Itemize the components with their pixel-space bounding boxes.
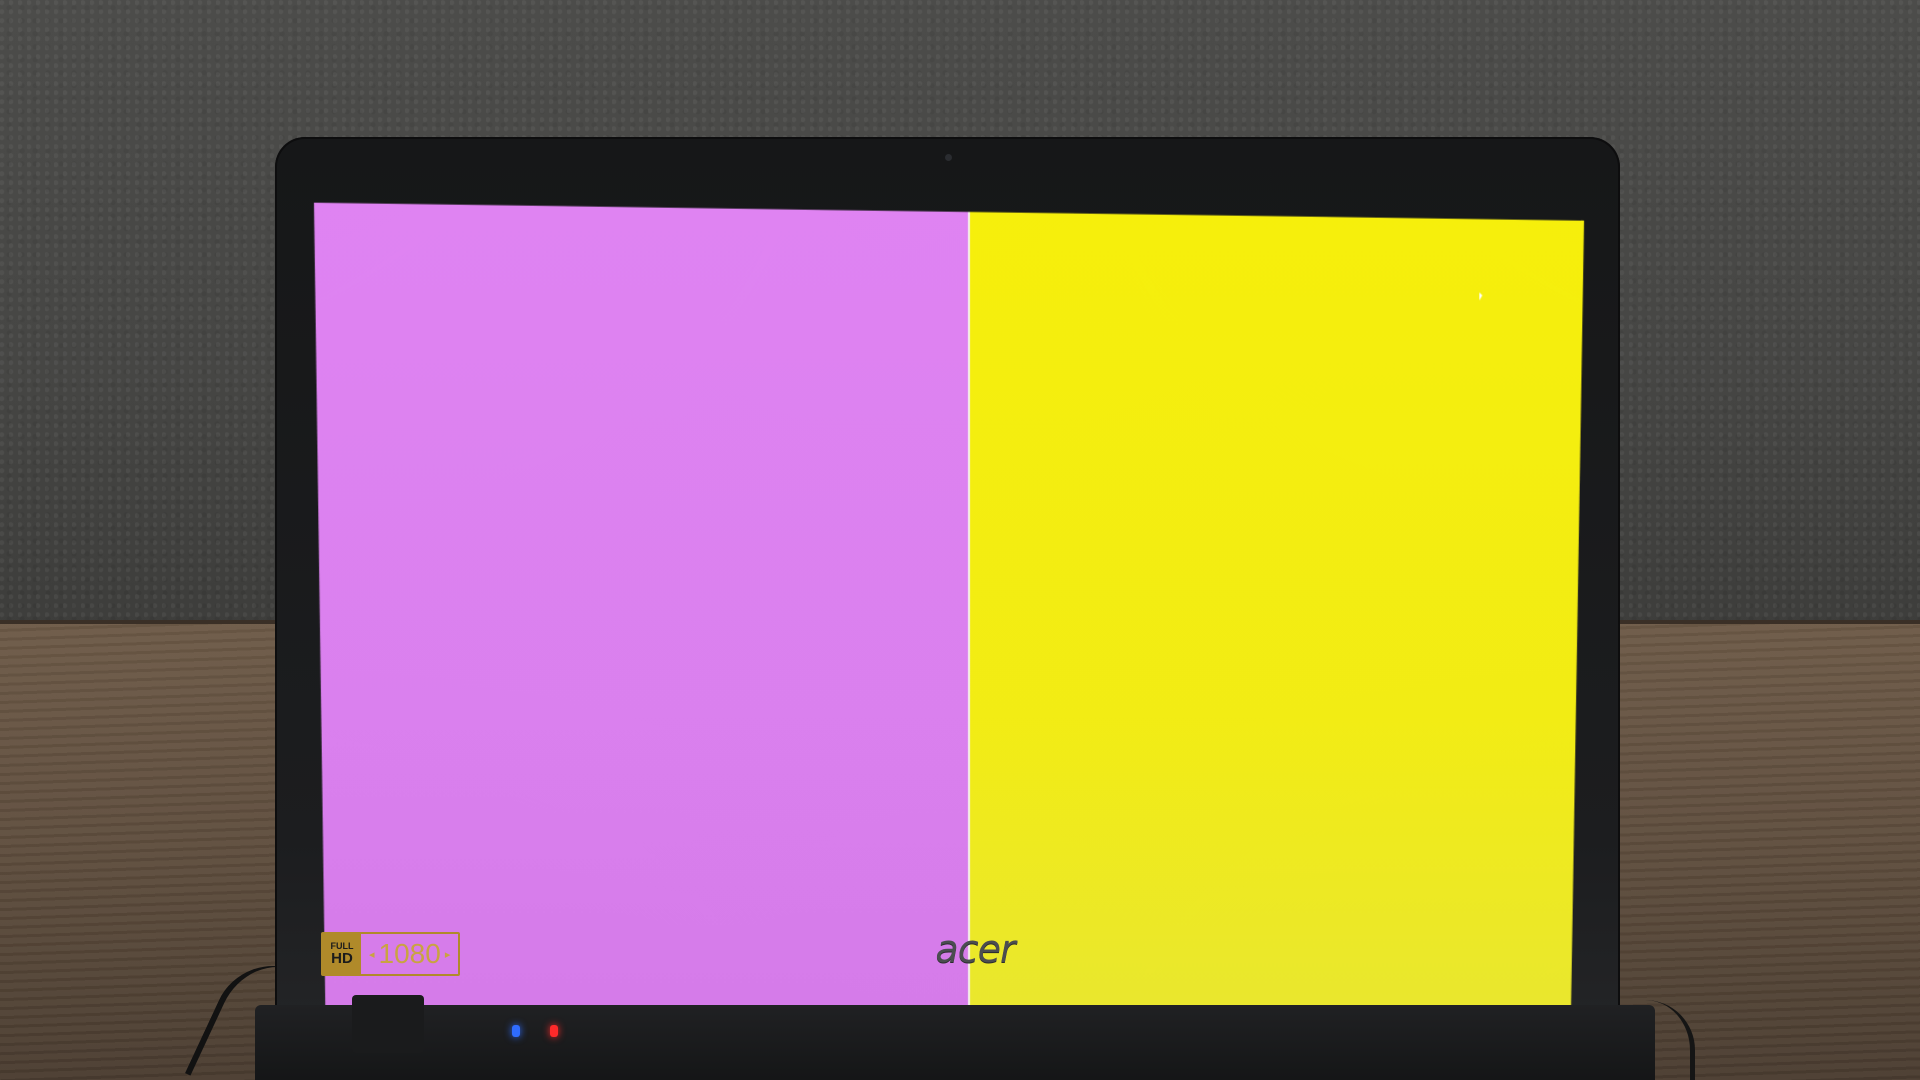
magenta-panel [312, 203, 968, 1056]
arrow-right-icon: ▸ [444, 948, 451, 961]
resolution-text: 1080 [378, 938, 441, 969]
laptop-lid: FULL HD ◂ 1080 ▸ acer [275, 137, 1620, 1017]
laptop-base [255, 1005, 1655, 1080]
hd-text: HD [331, 950, 353, 967]
acer-logo: acer [935, 927, 1015, 971]
hinge-left [352, 995, 424, 1053]
yellow-panel [970, 203, 1586, 1056]
full-hd-label: FULL HD [323, 934, 361, 974]
charge-led-icon [550, 1025, 558, 1037]
full-hd-sticker: FULL HD ◂ 1080 ▸ [321, 932, 461, 976]
resolution-label: ◂ 1080 ▸ [361, 934, 458, 974]
arrow-left-icon: ◂ [369, 948, 375, 961]
power-led-icon [512, 1025, 520, 1037]
mouse-cursor-icon [1479, 292, 1482, 300]
webcam-icon [945, 154, 952, 161]
photo-scene: FULL HD ◂ 1080 ▸ acer [0, 0, 1920, 1080]
